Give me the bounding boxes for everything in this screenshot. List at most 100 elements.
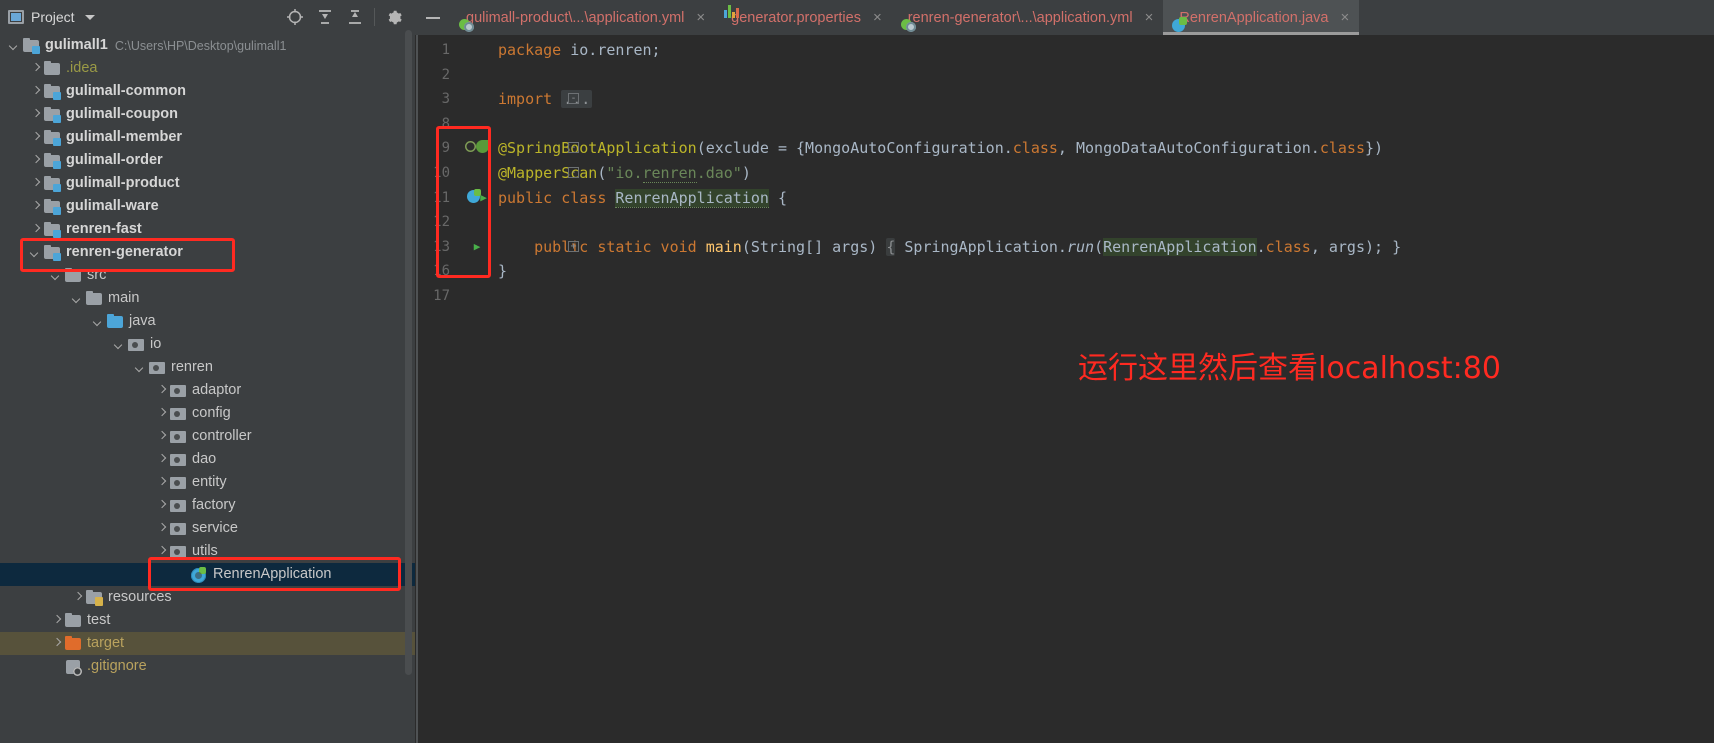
chevron-right-icon[interactable] [50, 637, 63, 650]
tree-item-renren-fast[interactable]: renren-fast [0, 218, 415, 241]
tree-item-config[interactable]: config [0, 402, 415, 425]
spring-bean-leaf-icon[interactable] [476, 140, 489, 154]
tree-item-resources[interactable]: resources [0, 586, 415, 609]
inspection-magnifier-icon[interactable] [465, 141, 476, 152]
tree-item-java[interactable]: java [0, 310, 415, 333]
gutter-icons[interactable]: ▶ [455, 235, 499, 260]
chevron-right-icon[interactable] [29, 131, 42, 144]
chevron-right-icon[interactable] [29, 177, 42, 190]
fold-toggle-icon[interactable]: - [568, 142, 579, 154]
chevron-right-icon[interactable] [29, 62, 42, 75]
line-number: 12 [433, 214, 450, 231]
tree-item-label: factory [192, 497, 236, 513]
code-line[interactable]: 3 - import ... [415, 87, 1714, 112]
project-root-path: C:\Users\HP\Desktop\gulimall1 [114, 38, 287, 53]
tree-item-service[interactable]: service [0, 517, 415, 540]
editor-tab-generator-properties[interactable]: generator.properties × [715, 0, 892, 35]
chevron-right-icon[interactable] [29, 108, 42, 121]
code-line[interactable]: 1 package io.renren; [415, 38, 1714, 63]
chevron-right-icon[interactable] [29, 223, 42, 236]
chevron-down-icon[interactable] [84, 14, 95, 20]
code-line[interactable]: 17 [415, 284, 1714, 309]
tree-item-renrenapplication[interactable]: RenrenApplication [0, 563, 415, 586]
chevron-down-icon[interactable] [92, 315, 105, 328]
chevron-right-icon[interactable] [29, 85, 42, 98]
close-icon[interactable]: × [696, 10, 705, 25]
tree-item-utils[interactable]: utils [0, 540, 415, 563]
close-icon[interactable]: × [1340, 10, 1349, 25]
code-line[interactable]: 13 ▶ + public static void main(String[] ar… [415, 235, 1714, 260]
tree-item-gulimall1[interactable]: gulimall1 C:\Users\HP\Desktop\gulimall1 [0, 34, 415, 57]
tree-item-target[interactable]: target [0, 632, 415, 655]
code-line[interactable]: 2 [415, 63, 1714, 88]
collapse-all-icon[interactable] [340, 3, 370, 31]
fold-toggle-icon[interactable]: + [568, 240, 579, 252]
tree-item-src[interactable]: src [0, 264, 415, 287]
tree-item-gulimall-product[interactable]: gulimall-product [0, 172, 415, 195]
fold-toggle-icon[interactable]: - [568, 167, 579, 178]
run-triangle-icon[interactable]: ▶ [474, 240, 481, 253]
locate-target-icon[interactable] [280, 3, 310, 31]
tree-item-entity[interactable]: entity [0, 471, 415, 494]
tree-item-renren-generator[interactable]: renren-generator [0, 241, 415, 264]
tree-item-adaptor[interactable]: adaptor [0, 379, 415, 402]
chevron-right-icon[interactable] [29, 154, 42, 167]
code-line[interactable]: 11 ▶ public class RenrenApplication { [415, 186, 1714, 211]
tree-item-gitignore[interactable]: .gitignore [0, 655, 415, 678]
close-icon[interactable]: × [873, 10, 882, 25]
tree-item-gulimall-common[interactable]: gulimall-common [0, 80, 415, 103]
project-panel-title-group[interactable]: Project [0, 9, 95, 25]
code-line[interactable]: 9 - @SpringBootApplication(exclude = {Mong… [415, 136, 1714, 161]
project-file-tree[interactable]: gulimall1 C:\Users\HP\Desktop\gulimall1 .i… [0, 34, 415, 743]
tree-item-gulimall-coupon[interactable]: gulimall-coupon [0, 103, 415, 126]
gutter-icons[interactable] [455, 136, 499, 161]
gear-icon[interactable] [379, 3, 409, 31]
tree-item-idea[interactable]: .idea [0, 57, 415, 80]
chevron-down-icon[interactable] [134, 361, 147, 374]
tree-item-controller[interactable]: controller [0, 425, 415, 448]
tree-item-gulimall-order[interactable]: gulimall-order [0, 149, 415, 172]
package-icon [170, 406, 187, 422]
editor-tab-renrenapplication-java[interactable]: RenrenApplication.java × [1163, 0, 1360, 35]
chevron-down-icon[interactable] [50, 269, 63, 282]
tree-item-main[interactable]: main [0, 287, 415, 310]
chevron-right-icon[interactable] [29, 200, 42, 213]
chevron-down-icon[interactable] [113, 338, 126, 351]
code-editor[interactable]: 1 package io.renren; 2 3 - import ... 8 9 - @Spri… [415, 35, 1714, 743]
tree-item-io[interactable]: io [0, 333, 415, 356]
editor-tab-gulimall-product-application-yml[interactable]: gulimall-product\...\application.yml × [450, 0, 715, 35]
project-tree-scrollbar[interactable] [405, 30, 412, 675]
fold-toggle-icon[interactable]: - [568, 93, 579, 105]
chevron-right-icon[interactable] [155, 430, 168, 443]
tree-item-test[interactable]: test [0, 609, 415, 632]
chevron-right-icon[interactable] [155, 545, 168, 558]
chevron-right-icon[interactable] [155, 407, 168, 420]
tree-item-renren[interactable]: renren [0, 356, 415, 379]
editor-tab-renren-generator-application-yml[interactable]: renren-generator\...\application.yml × [892, 0, 1164, 35]
gutter-icons[interactable]: ▶ [455, 186, 499, 211]
tree-item-gulimall-ware[interactable]: gulimall-ware [0, 195, 415, 218]
chevron-right-icon[interactable] [71, 591, 84, 604]
chevron-right-icon[interactable] [155, 453, 168, 466]
tree-item-factory[interactable]: factory [0, 494, 415, 517]
close-icon[interactable]: × [1145, 10, 1154, 25]
chevron-right-icon[interactable] [50, 614, 63, 627]
tree-item-dao[interactable]: dao [0, 448, 415, 471]
screenshot-annotation-text: 运行这里然后查看localhost:80 [1078, 351, 1501, 386]
run-triangle-icon[interactable]: ▶ [480, 191, 487, 204]
chevron-right-icon[interactable] [155, 384, 168, 397]
tree-item-gulimall-member[interactable]: gulimall-member [0, 126, 415, 149]
chevron-right-icon[interactable] [155, 476, 168, 489]
code-line[interactable]: 16} [415, 259, 1714, 284]
code-line[interactable]: 12 [415, 210, 1714, 235]
chevron-down-icon[interactable] [29, 246, 42, 259]
chevron-right-icon[interactable] [155, 499, 168, 512]
minimize-button[interactable] [415, 0, 450, 35]
chevron-down-icon[interactable] [71, 292, 84, 305]
chevron-down-icon[interactable] [8, 39, 21, 52]
code-line[interactable]: 10 - @MapperScan("io.renren.dao") [415, 161, 1714, 186]
spring-boot-gutter-icon[interactable] [467, 188, 482, 203]
expand-all-icon[interactable] [310, 3, 340, 31]
chevron-right-icon[interactable] [155, 522, 168, 535]
code-line[interactable]: 8 [415, 112, 1714, 137]
